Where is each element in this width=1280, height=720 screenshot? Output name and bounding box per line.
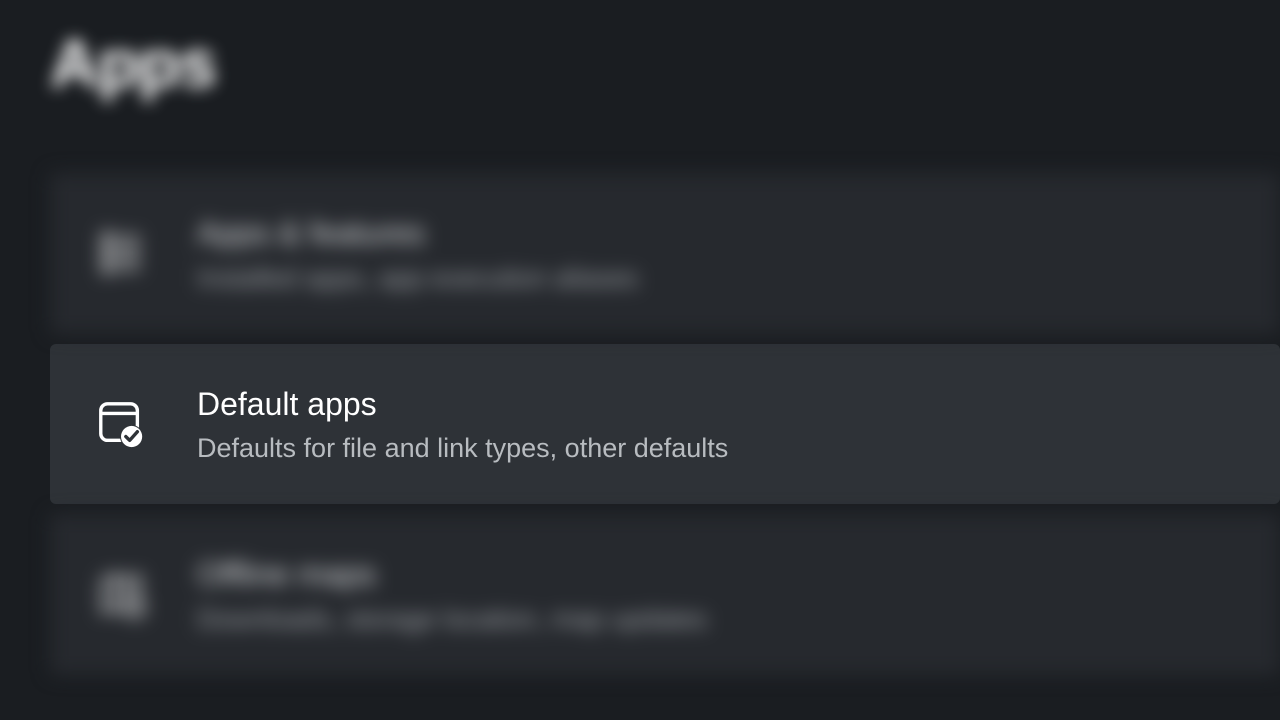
page-title: Apps	[0, 0, 1280, 103]
item-subtitle: Defaults for file and link types, other …	[197, 433, 728, 464]
item-title: Apps & features	[197, 213, 638, 255]
settings-item-apps-features[interactable]: Apps & features Installed apps, app exec…	[50, 173, 1280, 334]
settings-item-default-apps[interactable]: Default apps Defaults for file and link …	[50, 344, 1280, 505]
item-subtitle: Installed apps, app execution aliases	[197, 263, 638, 294]
apps-list-icon	[95, 227, 147, 279]
offline-maps-icon	[95, 568, 147, 620]
settings-list: Apps & features Installed apps, app exec…	[50, 173, 1280, 675]
default-apps-icon	[95, 398, 147, 450]
item-title: Offline maps	[197, 554, 707, 596]
item-title: Default apps	[197, 384, 728, 426]
settings-item-offline-maps[interactable]: Offline maps Downloads, storage location…	[50, 514, 1280, 675]
item-subtitle: Downloads, storage location, map updates	[197, 604, 707, 635]
